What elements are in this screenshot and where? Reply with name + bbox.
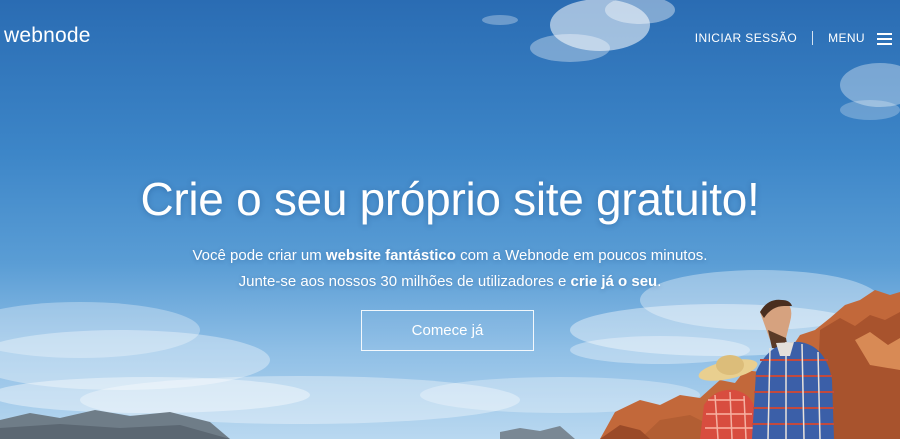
menu-label: MENU [828,31,865,45]
subtitle-emphasis: crie já o seu [570,273,658,290]
subtitle-text: . [657,273,662,290]
webnode-logo[interactable]: webnode [4,24,91,48]
start-now-label: Comece já [411,322,484,339]
hamburger-icon [877,32,892,45]
start-now-button[interactable]: Comece já [361,310,534,351]
subtitle-text: Junte-se aos nossos 30 milhões de utiliz… [238,273,571,290]
nav-divider [812,31,814,45]
hero-subtitle-line-1: Você pode criar um website fantástico co… [0,247,900,264]
login-link[interactable]: INICIAR SESSÃO [695,31,797,45]
subtitle-text: com a Webnode em poucos minutos. [455,247,708,264]
hero-headline: Crie o seu próprio site gratuito! [140,173,760,225]
subtitle-emphasis: website fantástico [325,247,456,264]
hero-section: webnode INICIAR SESSÃO MENU Crie o seu p… [0,0,900,439]
menu-button[interactable]: MENU [828,31,892,45]
top-navigation: INICIAR SESSÃO MENU [695,31,892,45]
subtitle-text: Você pode criar um [192,247,326,264]
hero-subtitle-line-2: Junte-se aos nossos 30 milhões de utiliz… [0,273,900,290]
